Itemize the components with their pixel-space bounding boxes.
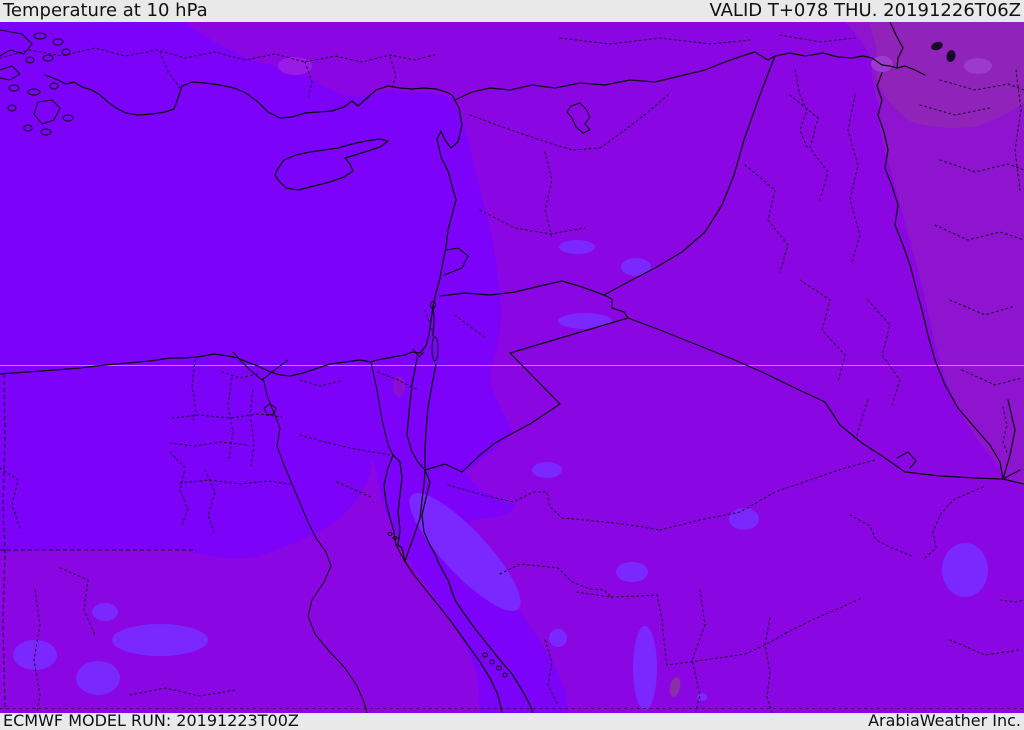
model-run-label: ECMWF MODEL RUN: 20191223T00Z <box>3 711 299 730</box>
dark-spot-jordan <box>393 375 405 397</box>
title-bar: Temperature at 10 hPa VALID T+078 THU. 2… <box>0 0 1024 22</box>
valid-time-label: VALID T+078 THU. 20191226T06Z <box>709 0 1021 21</box>
map-title: Temperature at 10 hPa <box>3 0 208 21</box>
weather-map-product: Temperature at 10 hPa VALID T+078 THU. 2… <box>0 0 1024 729</box>
credit-bar: ECMWF MODEL RUN: 20191223T00Z ArabiaWeat… <box>0 713 1024 729</box>
light-core-anatolia <box>278 57 312 75</box>
temperature-shading <box>0 22 1024 713</box>
brand-label: ArabiaWeather Inc. <box>868 711 1021 730</box>
forecast-map <box>0 22 1024 713</box>
light-core-urmia <box>964 58 992 74</box>
light-core-van <box>871 56 893 72</box>
